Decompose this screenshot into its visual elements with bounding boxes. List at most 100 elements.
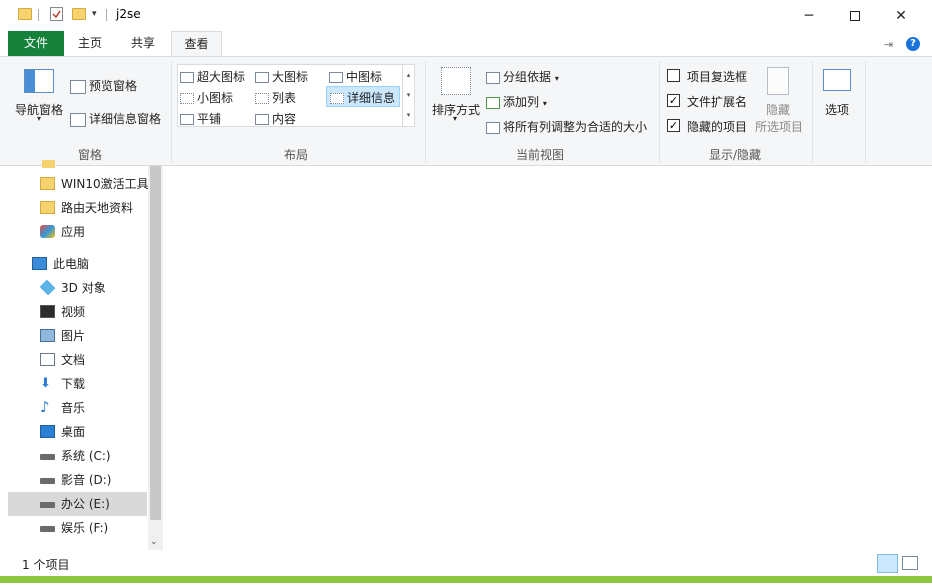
tab-file[interactable]: 文件	[8, 31, 64, 56]
details-view-icon[interactable]	[877, 554, 898, 573]
help-icon[interactable]: ?	[906, 37, 920, 51]
add-columns-icon	[486, 96, 500, 109]
maximize-icon	[850, 10, 860, 21]
hide-selected-label-1[interactable]: 隐藏	[766, 101, 790, 118]
window-title: j2se	[116, 7, 141, 21]
properties-icon[interactable]	[50, 7, 63, 21]
taskbar-strip	[0, 576, 932, 583]
folder-icon	[40, 177, 55, 190]
scroll-down-icon[interactable]: ⌄	[150, 537, 158, 547]
sidebar-item[interactable]: 娱乐 (F:)	[8, 516, 147, 540]
preview-pane-button[interactable]: 预览窗格	[70, 77, 137, 94]
customize-qat-icon[interactable]: ▾	[92, 9, 97, 19]
large-icons-icon	[255, 72, 269, 83]
tab-view[interactable]: 查看	[171, 31, 222, 56]
nav-pane-dropdown-icon[interactable]: ▾	[37, 114, 41, 123]
ribbon: 导航窗格 ▾ 预览窗格 详细信息窗格 窗格 超大图标 大图标 中图标 小图标 列…	[0, 56, 932, 166]
size-all-columns-button[interactable]: 将所有列调整为合适的大小	[486, 118, 647, 135]
layout-medium-icons[interactable]: 中图标	[329, 68, 382, 85]
sidebar-item[interactable]: 3D 对象	[8, 276, 147, 300]
sidebar-item-label: 3D 对象	[61, 281, 106, 295]
folder-icon	[18, 8, 32, 20]
download-icon: ⬇	[40, 376, 51, 391]
list-icon	[255, 93, 269, 104]
current-view-group-label: 当前视图	[515, 148, 564, 162]
minimize-button[interactable]: ─	[786, 0, 832, 31]
layout-small-icons[interactable]: 小图标	[180, 89, 233, 106]
sidebar-item[interactable]: 文档	[8, 348, 147, 372]
sidebar-item-label: WIN10激活工具	[61, 177, 149, 191]
maximize-button[interactable]	[832, 0, 878, 31]
layout-tiles[interactable]: 平铺	[180, 110, 221, 127]
preview-pane-icon	[70, 79, 86, 94]
sidebar-item[interactable]: 路由天地资料	[8, 196, 147, 220]
item-count: 1 个项目	[22, 558, 70, 572]
show-hide-group-label: 显示/隐藏	[708, 148, 762, 162]
size-columns-icon	[486, 121, 500, 134]
group-by-icon	[486, 71, 500, 84]
sidebar-item-label: 下载	[61, 377, 86, 391]
sort-by-dropdown-icon[interactable]: ▾	[453, 114, 457, 123]
details-pane-icon	[70, 112, 86, 127]
layout-details[interactable]: 详细信息	[326, 86, 400, 107]
sidebar-item[interactable]: 此电脑	[8, 252, 147, 276]
sidebar-item[interactable]: ⬇ 下载	[8, 372, 147, 396]
file-list-area[interactable]	[163, 166, 932, 550]
new-folder-icon[interactable]	[72, 8, 86, 20]
large-icons-view-icon[interactable]	[902, 556, 918, 570]
status-bar: 1 个项目	[0, 550, 932, 577]
layout-list[interactable]: 列表	[255, 89, 296, 106]
sidebar-item[interactable]: 系统 (C:)	[8, 444, 147, 468]
sidebar-item[interactable]: WIN10激活工具	[8, 172, 149, 196]
title-bar: ▾ j2se ─ ✕	[0, 0, 932, 31]
layout-large-icons[interactable]: 大图标	[255, 68, 308, 85]
desktop-icon	[40, 425, 55, 438]
sidebar-item[interactable]: 办公 (E:)	[8, 492, 147, 516]
group-by-dropdown-icon: ▾	[554, 74, 559, 83]
small-icons-icon	[180, 93, 194, 104]
layout-content[interactable]: 内容	[255, 110, 296, 127]
close-button[interactable]: ✕	[878, 0, 924, 31]
sidebar-item-label: 音乐	[61, 401, 86, 415]
hide-selected-icon	[767, 67, 789, 95]
navigation-pane-icon	[24, 69, 54, 93]
options-button[interactable]: 选项	[825, 101, 849, 118]
sort-by-icon	[441, 67, 471, 95]
sidebar-item-label: 路由天地资料	[61, 201, 134, 215]
nav-scrollbar-thumb[interactable]	[150, 166, 161, 520]
hide-selected-label-2[interactable]: 所选项目	[755, 118, 803, 135]
sidebar-item[interactable]: 应用	[8, 220, 147, 244]
add-columns-button[interactable]: 添加列 ▾	[486, 93, 547, 110]
group-divider	[425, 61, 426, 163]
3d-objects-icon	[39, 279, 56, 296]
video-icon	[40, 305, 55, 318]
sidebar-item-label: 办公 (E:)	[61, 497, 110, 511]
item-checkboxes-checkbox[interactable]	[667, 69, 680, 82]
tab-home[interactable]: 主页	[66, 31, 114, 56]
layout-gallery-scroll[interactable]: ▴ ▾ ▾	[402, 65, 414, 126]
sidebar-item[interactable]: ♪ 音乐	[8, 396, 147, 420]
options-icon	[823, 69, 851, 91]
group-divider	[812, 61, 813, 163]
sidebar-item[interactable]: 桌面	[8, 420, 147, 444]
expand-ribbon-icon[interactable]: ⇥	[884, 38, 893, 51]
item-checkboxes-label[interactable]: 项目复选框	[687, 68, 747, 85]
file-extensions-checkbox[interactable]: ✓	[667, 94, 680, 107]
sidebar-item[interactable]: 视频	[8, 300, 147, 324]
layout-extra-large-icons[interactable]: 超大图标	[180, 68, 245, 85]
documents-icon	[40, 353, 55, 366]
hidden-items-checkbox[interactable]: ✓	[667, 119, 680, 132]
sidebar-item-label: 此电脑	[53, 257, 90, 271]
file-extensions-label[interactable]: 文件扩展名	[687, 93, 747, 110]
sidebar-item[interactable]: 图片	[8, 324, 147, 348]
medium-icons-icon	[329, 72, 343, 83]
group-divider	[171, 61, 172, 163]
tab-share[interactable]: 共享	[118, 31, 168, 56]
folder-icon	[42, 160, 55, 168]
details-pane-button[interactable]: 详细信息窗格	[70, 110, 161, 127]
group-by-button[interactable]: 分组依据 ▾	[486, 68, 559, 85]
sidebar-item-label: 文档	[61, 353, 86, 367]
sidebar-item[interactable]: 影音 (D:)	[8, 468, 147, 492]
group-divider	[865, 61, 866, 163]
hidden-items-label[interactable]: 隐藏的项目	[687, 118, 747, 135]
